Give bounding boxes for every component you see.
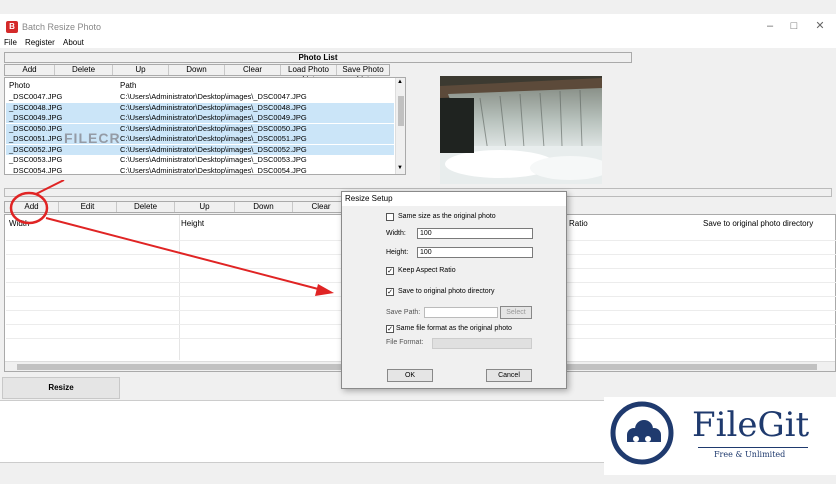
filegit-tagline: Free & Unlimited [714,450,786,459]
window-title: Batch Resize Photo [22,22,102,32]
photo-name-cell: _DSC0052.JPG [9,144,63,154]
photo-path-cell: C:\Users\Administrator\Desktop\images\_D… [120,123,307,133]
up-photo-button[interactable]: Up [113,65,169,75]
scroll-up-icon[interactable]: ▲ [397,79,403,85]
keep-ratio-label: Keep Aspect Ratio [398,267,456,274]
width-label: Width: [386,230,406,237]
filecr-watermark: FILECR [64,130,121,146]
title-bar: B Batch Resize Photo – □ ✕ [0,14,836,38]
delete-photo-button[interactable]: Delete [55,65,113,75]
ok-button[interactable]: OK [387,369,433,382]
photo-name-cell: _DSC0051.JPG [9,134,63,143]
photo-path-cell: C:\Users\Administrator\Desktop\images\_D… [120,113,307,122]
photo-name-cell: _DSC0050.JPG [9,123,63,133]
column-ratio[interactable]: Ratio [569,219,588,228]
down-photo-button[interactable]: Down [169,65,225,75]
photo-list-row[interactable]: _DSC0053.JPG C:\Users\Administrator\Deskt… [6,155,394,165]
photo-list-row[interactable]: _DSC0048.JPG C:\Users\Administrator\Deskt… [6,102,394,113]
dialog-title: Resize Setup [342,192,566,206]
save-path-input[interactable] [424,307,498,318]
photo-name-cell: _DSC0049.JPG [9,113,63,122]
photo-path-cell: C:\Users\Administrator\Desktop\images\_D… [120,144,307,154]
resize-button[interactable]: Resize [2,377,120,399]
file-format-select[interactable] [432,338,532,349]
photo-path-cell: C:\Users\Administrator\Desktop\images\_D… [120,165,307,175]
scroll-down-icon[interactable]: ▼ [397,165,403,171]
photo-path-cell: C:\Users\Administrator\Desktop\images\_D… [120,102,307,112]
height-label: Height: [386,249,409,256]
photo-list-toolbar: Add Delete Up Down Clear Load Photo List… [4,64,390,84]
height-input[interactable]: 100 [417,247,533,258]
app-icon: B [6,21,18,33]
close-button[interactable]: ✕ [808,18,832,34]
column-photo[interactable]: Photo [9,81,30,90]
photo-preview [440,76,602,184]
scrollbar-thumb[interactable] [398,96,404,126]
menu-file[interactable]: File [4,38,17,47]
filegit-logo: FileGit Free & Unlimited [604,397,836,475]
photo-name-cell: _DSC0047.JPG [9,92,63,101]
waterfall-image [440,76,602,184]
clear-photo-button[interactable]: Clear [225,65,281,75]
photo-name-cell: _DSC0054.JPG [9,165,63,175]
photo-list-table[interactable]: Photo Path _DSC0047.JPG C:\Users\Administ… [4,77,406,175]
save-path-label: Save Path: [386,309,421,316]
photo-list-row[interactable]: _DSC0052.JPG C:\Users\Administrator\Deskt… [6,144,394,155]
width-input[interactable]: 100 [417,228,533,239]
photo-list-row[interactable]: _DSC0047.JPG C:\Users\Administrator\Deskt… [6,92,394,102]
app-window: B Batch Resize Photo – □ ✕ File Register… [0,0,836,484]
add-photo-button[interactable]: Add [5,65,55,75]
save-original-label: Save to original photo directory [398,288,495,295]
select-button[interactable]: Select [500,306,532,319]
photo-list-row[interactable]: _DSC0054.JPG C:\Users\Administrator\Deskt… [6,165,394,175]
menu-about[interactable]: About [63,38,84,47]
column-save-original[interactable]: Save to original photo directory [703,219,813,228]
photo-path-cell: C:\Users\Administrator\Desktop\images\_D… [120,155,307,164]
resize-setup-dialog: Resize Setup Same size as the original p… [341,191,567,389]
photo-path-cell: C:\Users\Administrator\Desktop\images\_D… [120,92,307,101]
photo-path-cell: C:\Users\Administrator\Desktop\images\_D… [120,134,307,143]
same-size-label: Same size as the original photo [398,213,496,220]
cancel-button[interactable]: Cancel [486,369,532,382]
keep-ratio-checkbox[interactable]: ✓ [386,267,394,275]
maximize-button[interactable]: □ [782,18,806,34]
save-photo-list-button[interactable]: Save Photo List [337,65,389,84]
photo-list-header: Photo List [4,52,632,63]
column-path[interactable]: Path [120,81,136,90]
photo-list-scrollbar[interactable]: ▲ ▼ [395,78,405,174]
photo-list-row[interactable]: _DSC0049.JPG C:\Users\Administrator\Deskt… [6,113,394,123]
same-format-checkbox[interactable]: ✓ [386,325,394,333]
logo-rule [698,447,808,448]
load-photo-list-button[interactable]: Load Photo List [281,65,337,84]
menu-register[interactable]: Register [25,38,55,47]
photo-name-cell: _DSC0053.JPG [9,155,63,164]
save-original-checkbox[interactable]: ✓ [386,288,394,296]
filegit-brand: FileGit [692,405,810,445]
file-format-label: File Format: [386,339,424,346]
filegit-cloud-icon [610,401,674,465]
annotation-arrow [9,180,334,296]
menu-bar: File Register About [0,38,836,48]
photo-name-cell: _DSC0048.JPG [9,102,63,112]
same-size-checkbox[interactable] [386,213,394,221]
minimize-button[interactable]: – [758,18,782,34]
same-format-label: Same file format as the original photo [396,325,512,332]
